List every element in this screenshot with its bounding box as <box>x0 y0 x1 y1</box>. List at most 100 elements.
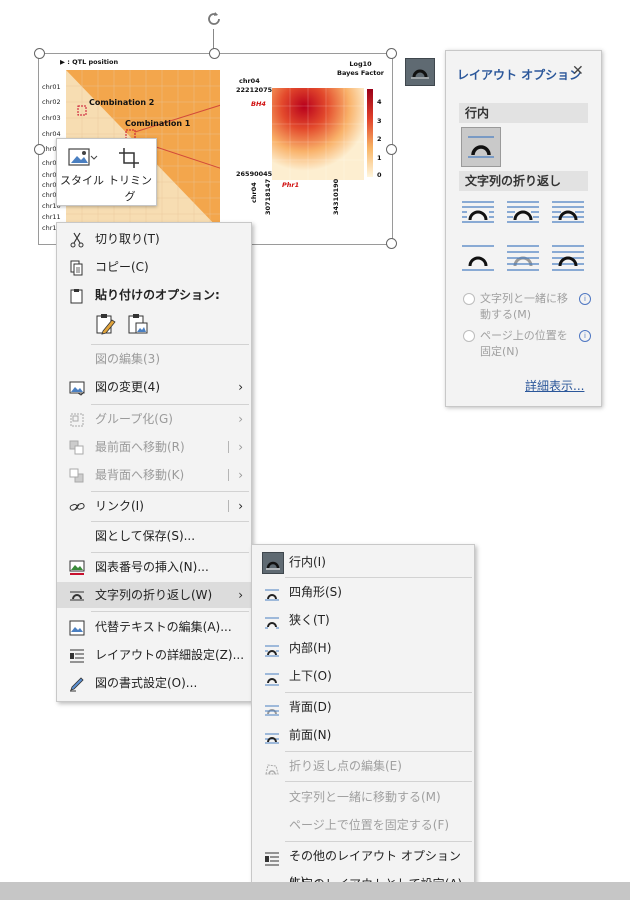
wrap-points-icon <box>264 759 280 775</box>
layout-settings-icon <box>69 647 85 663</box>
submenu-item-tight[interactable]: 狭く(T) <box>252 607 474 633</box>
move-with-text-radio[interactable]: 文字列と一緒に移 動する(M) <box>463 291 568 323</box>
resize-handle-nw[interactable] <box>34 48 45 59</box>
resize-handle-se[interactable] <box>386 238 397 249</box>
clipboard-icon <box>69 287 85 304</box>
square-wrap-option-icon[interactable] <box>461 199 495 227</box>
chevron-right-icon: › <box>238 499 243 513</box>
submenu-item-top-bottom[interactable]: 上下(O) <box>252 663 474 689</box>
submenu-item-behind[interactable]: 背面(D) <box>252 694 474 720</box>
format-picture-icon <box>69 675 85 692</box>
layout-options-button[interactable] <box>405 58 435 86</box>
submenu-item-in-front[interactable]: 前面(N) <box>252 722 474 748</box>
mini-toolbar: スタイル トリミング <box>56 138 157 206</box>
paste-options-heading: 貼り付けのオプション: <box>57 282 251 308</box>
menu-item-save-as-picture[interactable]: 図として保存(S)... <box>57 523 251 549</box>
see-more-link[interactable]: 詳細表示... <box>525 377 584 394</box>
chevron-right-icon: › <box>238 412 243 426</box>
resize-handle-ne[interactable] <box>386 48 397 59</box>
scissors-icon <box>69 231 85 248</box>
top-bottom-wrap-option-icon[interactable] <box>461 243 495 271</box>
menu-item-cut[interactable]: 切り取り(T) <box>57 226 251 252</box>
menu-separator <box>91 404 249 405</box>
trim-label: トリミング <box>108 174 152 203</box>
chevron-right-icon: › <box>238 588 243 602</box>
submenu-item-more-layout-options[interactable]: その他のレイアウト オプション(L)... <box>252 843 474 889</box>
top-bottom-wrap-icon <box>264 669 280 686</box>
wrap-heading: 文字列の折り返し <box>459 171 588 191</box>
tight-wrap-option-icon[interactable] <box>506 199 540 227</box>
menu-separator <box>285 692 472 693</box>
style-button[interactable]: スタイル <box>59 143 105 201</box>
link-icon <box>69 498 85 514</box>
inline-heading: 行内 <box>459 103 588 123</box>
menu-separator <box>285 781 472 782</box>
inline-option-button[interactable] <box>461 127 501 167</box>
menu-item-insert-caption[interactable]: 図表番号の挿入(N)... <box>57 554 251 580</box>
in-front-text-icon <box>264 728 280 744</box>
menu-item-more-layout[interactable]: レイアウトの詳細設定(Z)... <box>57 642 251 668</box>
menu-separator <box>285 577 472 578</box>
info-icon[interactable]: i <box>579 293 591 305</box>
resize-handle-n[interactable] <box>209 48 220 59</box>
behind-text-icon <box>264 700 280 716</box>
submenu-item-move-with-text[interactable]: 文字列と一緒に移動する(M) <box>252 784 474 810</box>
resize-handle-w[interactable] <box>34 144 45 155</box>
behind-text-option-icon[interactable] <box>506 243 540 271</box>
submenu-item-fix-position[interactable]: ページ上で位置を固定する(F) <box>252 812 474 838</box>
in-front-text-option-icon[interactable] <box>551 243 585 271</box>
status-bar-strip <box>0 882 630 900</box>
send-back-icon <box>69 467 85 483</box>
resize-handle-e[interactable] <box>386 144 397 155</box>
menu-item-link[interactable]: リンク(I) › <box>57 493 251 519</box>
rotate-handle-icon[interactable] <box>204 9 224 29</box>
trim-button[interactable]: トリミング <box>107 143 153 203</box>
chevron-right-icon: › <box>238 468 243 482</box>
paste-picture-icon[interactable] <box>127 313 149 335</box>
menu-separator <box>285 841 472 842</box>
change-picture-icon <box>69 379 85 396</box>
rotate-handle-line <box>213 29 214 49</box>
chevron-right-icon: › <box>238 380 243 394</box>
info-icon[interactable]: i <box>579 330 591 342</box>
picture-style-icon <box>68 148 98 166</box>
submenu-item-inline[interactable]: 行内(I) <box>252 549 474 575</box>
menu-separator <box>91 491 249 492</box>
menu-item-group[interactable]: グループ化(G) › <box>57 406 251 432</box>
crop-icon <box>119 148 139 168</box>
caption-icon <box>69 559 85 575</box>
fix-position-radio[interactable]: ページ上の位置を 固定(N) <box>463 328 568 360</box>
close-icon[interactable]: ✕ <box>572 63 584 79</box>
menu-item-change-picture[interactable]: 図の変更(4) › <box>57 374 251 400</box>
square-wrap-icon <box>264 585 280 601</box>
through-wrap-option-icon[interactable] <box>551 199 585 227</box>
paste-keep-formatting-icon[interactable] <box>95 313 117 335</box>
menu-item-copy[interactable]: コピー(C) <box>57 254 251 280</box>
layout-options-panel: レイアウト オプション ✕ 行内 文字列の折り返し 文字列と一緒に移 動する(M… <box>445 50 602 407</box>
radio-button <box>463 330 475 342</box>
submenu-item-square[interactable]: 四角形(S) <box>252 579 474 605</box>
menu-separator <box>91 344 249 345</box>
group-icon <box>69 411 85 427</box>
menu-separator <box>91 521 249 522</box>
through-wrap-icon <box>264 641 280 657</box>
inline-wrap-icon <box>468 136 494 158</box>
menu-separator <box>285 751 472 752</box>
submenu-item-through[interactable]: 内部(H) <box>252 635 474 661</box>
menu-item-edit-picture[interactable]: 図の編集(3) <box>57 346 251 372</box>
alt-text-icon <box>69 619 85 636</box>
menu-separator <box>91 552 249 553</box>
menu-item-format-picture[interactable]: 図の書式設定(O)... <box>57 670 251 696</box>
menu-item-bring-front[interactable]: 最前面へ移動(R) › <box>57 434 251 460</box>
menu-item-edit-alt-text[interactable]: 代替テキストの編集(A)... <box>57 614 251 640</box>
wrap-text-icon <box>69 587 85 603</box>
menu-separator <box>91 611 249 612</box>
menu-item-send-back[interactable]: 最背面へ移動(K) › <box>57 462 251 488</box>
wrap-text-submenu: 行内(I) 四角形(S) 狭く(T) 内部(H) 上下(O) 背面(D) 前面(… <box>251 544 475 900</box>
inline-wrap-icon <box>262 552 284 574</box>
context-menu: 切り取り(T) コピー(C) 貼り付けのオプション: 図の編集(3) 図の変更(… <box>56 222 252 702</box>
copy-icon <box>69 259 85 276</box>
submenu-item-edit-wrap-points[interactable]: 折り返し点の編集(E) <box>252 753 474 779</box>
menu-item-wrap-text[interactable]: 文字列の折り返し(W) › <box>57 582 251 608</box>
chevron-right-icon: › <box>238 440 243 454</box>
